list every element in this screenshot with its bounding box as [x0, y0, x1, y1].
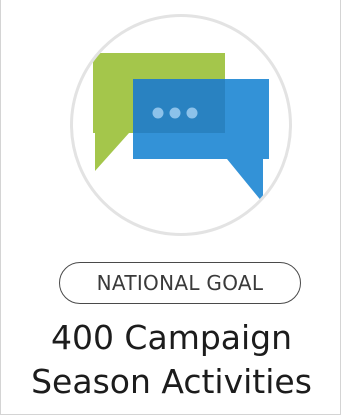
icon-circle [70, 14, 292, 236]
chat-bubbles-icon [93, 53, 269, 203]
title-line-1: 400 Campaign [50, 318, 293, 357]
goal-badge: NATIONAL GOAL [59, 262, 301, 304]
dot-icon [186, 107, 198, 119]
dot-icon [152, 107, 164, 119]
card-title: 400 Campaign Season Activities [1, 316, 341, 404]
goal-card[interactable]: NATIONAL GOAL 400 Campaign Season Activi… [0, 0, 341, 415]
title-line-2: Season Activities [31, 362, 312, 401]
dot-icon [169, 107, 181, 119]
